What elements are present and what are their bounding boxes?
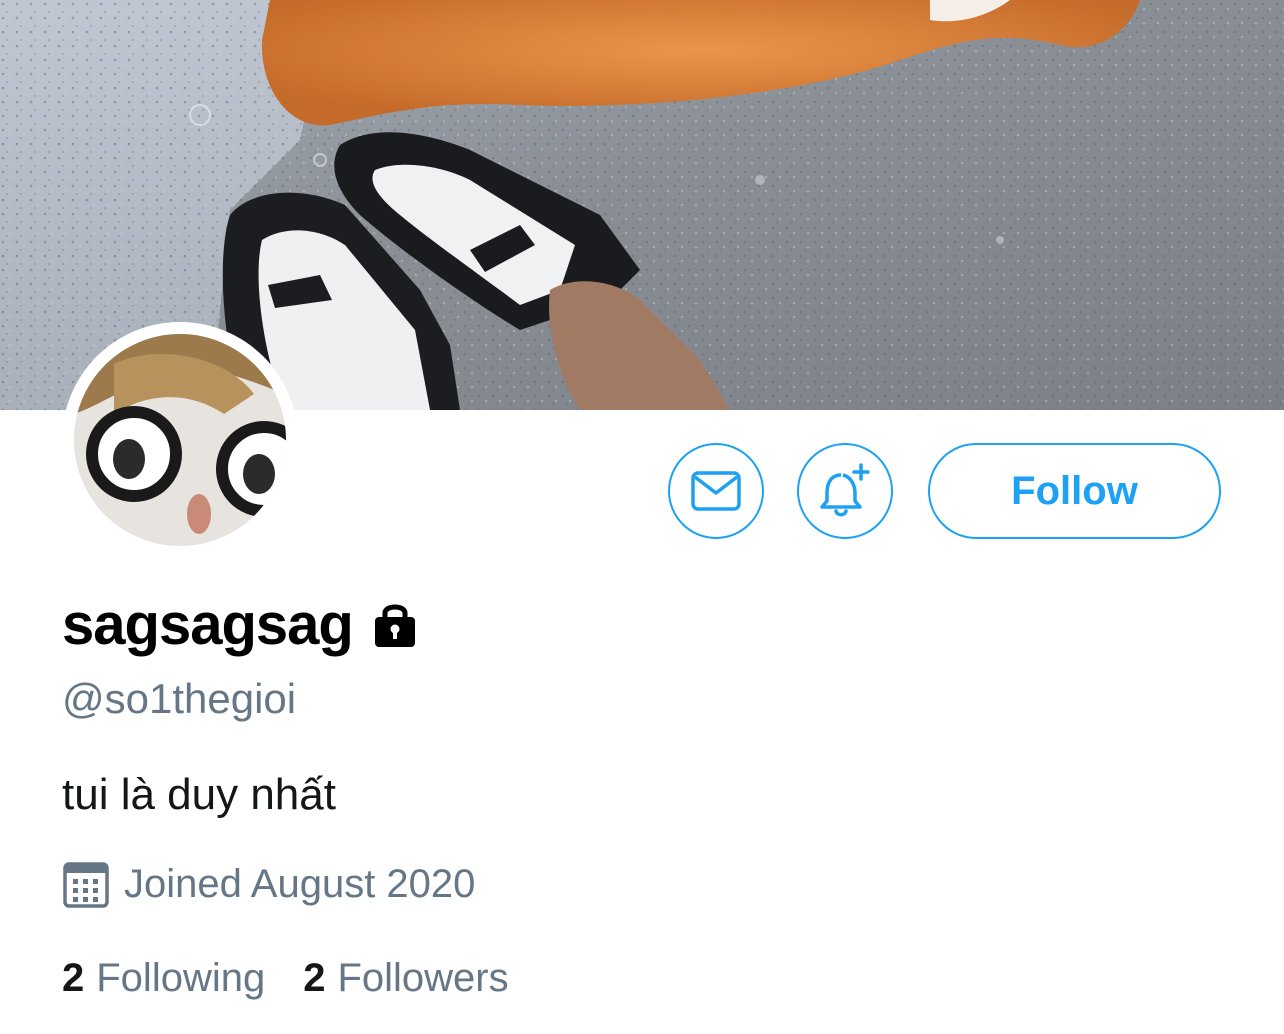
notifications-button[interactable]	[797, 443, 893, 539]
display-name-row: sagsagsag	[62, 586, 419, 662]
followers-label: Followers	[337, 955, 509, 1000]
lock-icon	[374, 604, 415, 647]
following-label: Following	[96, 955, 266, 1000]
followers-link[interactable]: 2 Followers	[303, 956, 508, 1001]
following-link[interactable]: 2 Following	[62, 956, 265, 1001]
follow-button[interactable]: Follow	[928, 443, 1221, 539]
bell-plus-icon	[820, 463, 870, 517]
following-count: 2	[62, 955, 85, 1000]
followers-count: 2	[303, 955, 326, 1000]
message-button[interactable]	[668, 443, 764, 539]
avatar[interactable]	[62, 322, 298, 558]
username-handle: @so1thegioi	[62, 675, 297, 722]
avatar-image	[74, 334, 286, 546]
calendar-icon	[63, 862, 109, 908]
joined-date-row: Joined August 2020	[62, 856, 475, 912]
profile-bio: tui là duy nhất	[62, 770, 336, 819]
envelope-icon	[691, 471, 741, 511]
follow-stats: 2 Following 2 Followers	[62, 950, 509, 1006]
display-name: sagsagsag	[62, 591, 354, 657]
joined-date: Joined August 2020	[124, 861, 476, 906]
